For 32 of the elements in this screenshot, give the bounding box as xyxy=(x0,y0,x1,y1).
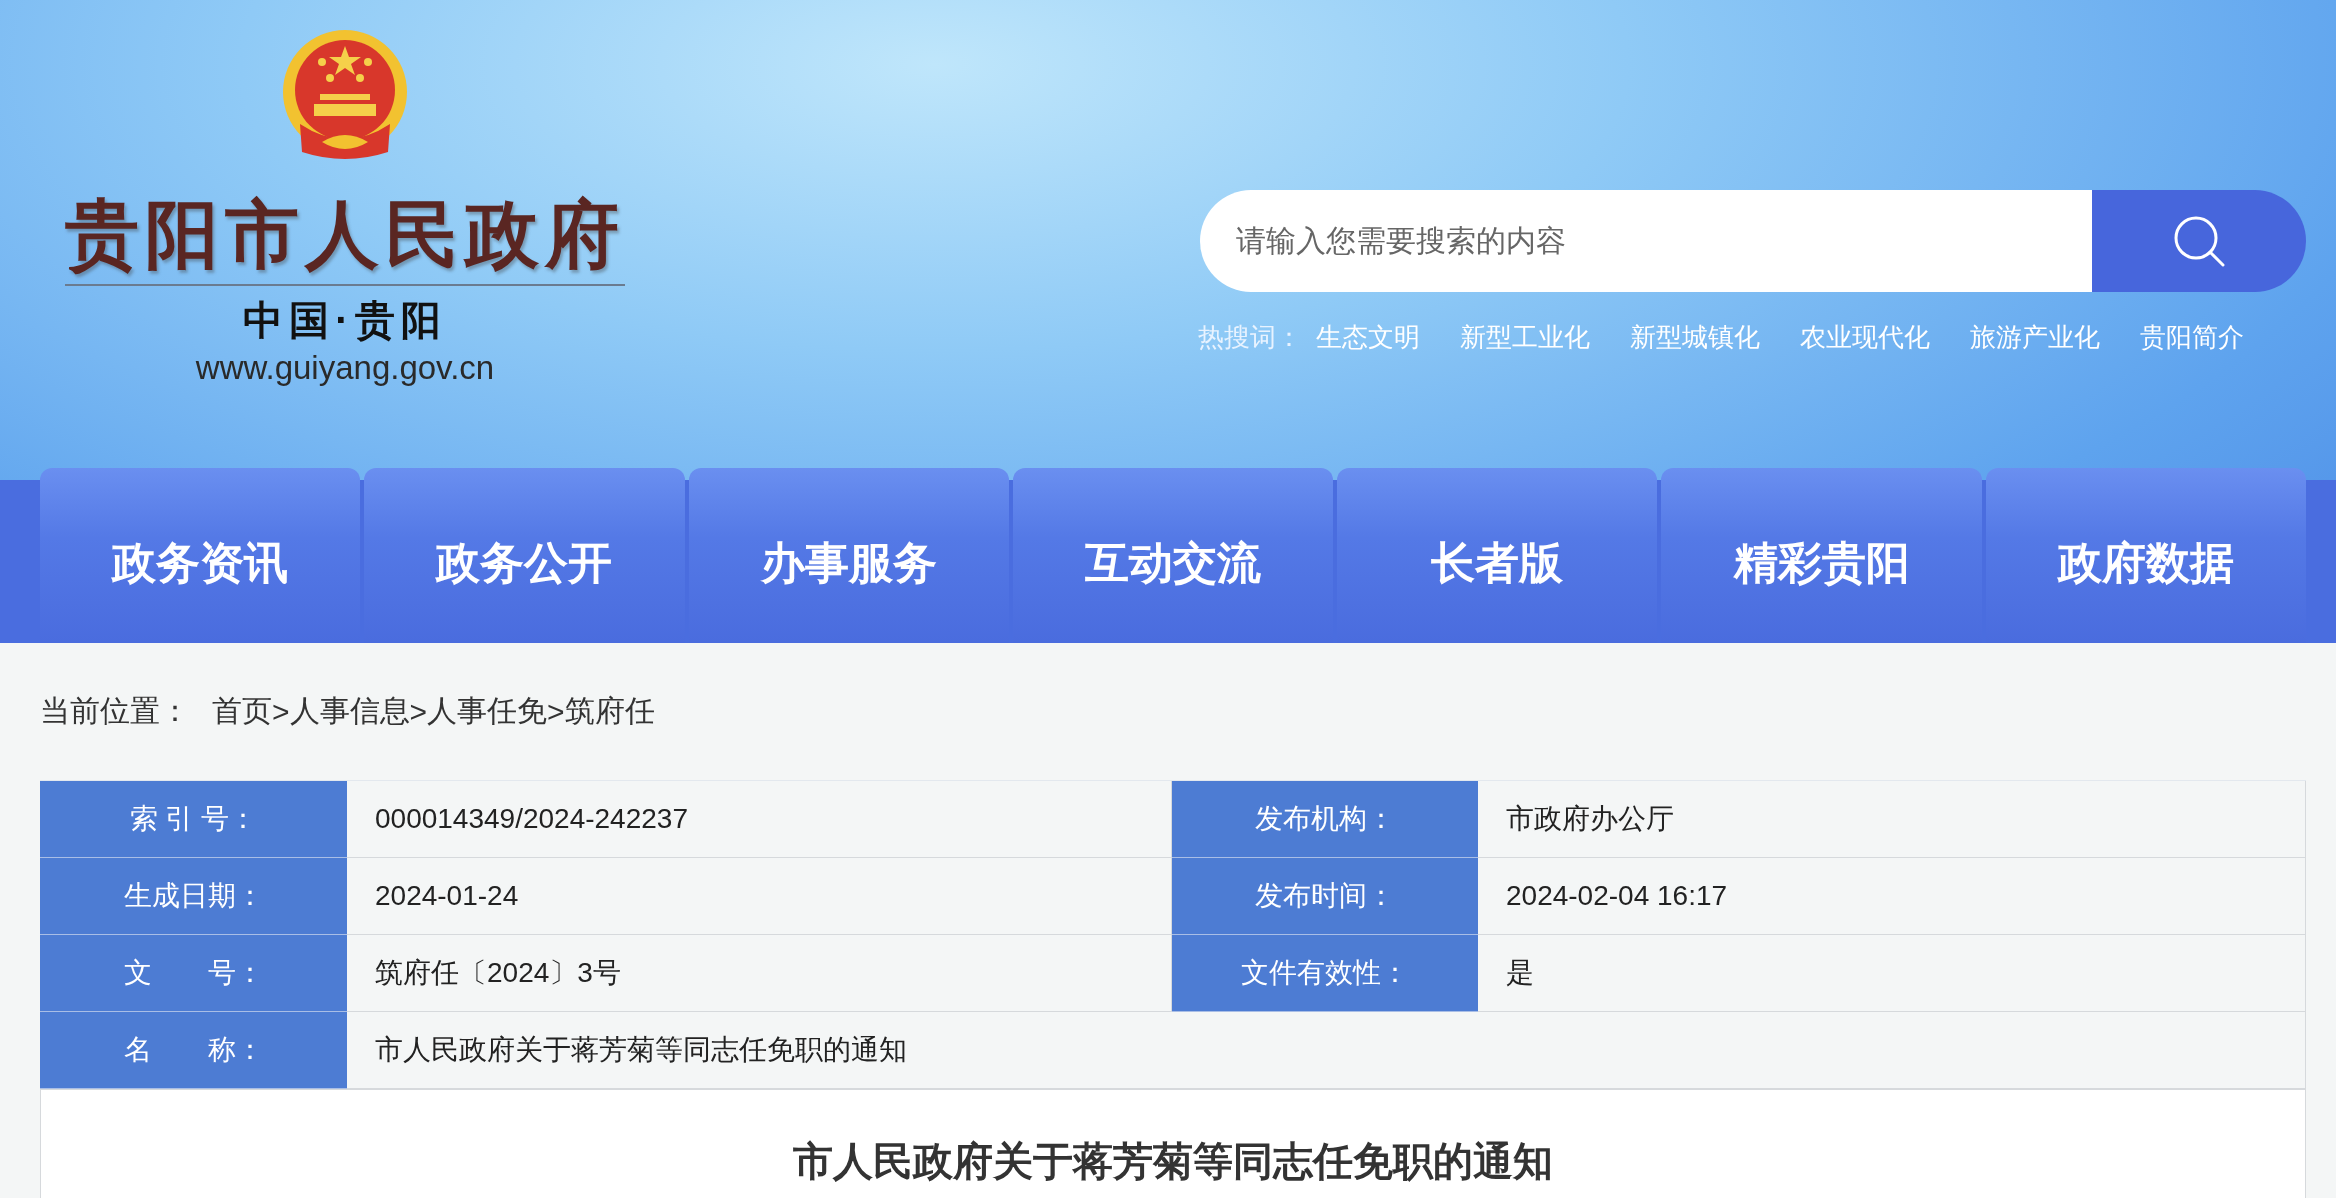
field-label: 文件有效性： xyxy=(1172,935,1478,1012)
hot-search-link[interactable]: 旅游产业化 xyxy=(1970,320,2100,355)
article-title: 市人民政府关于蒋芳菊等同志任免职的通知 xyxy=(793,1138,1553,1185)
site-url: www.guiyang.gov.cn xyxy=(195,348,495,388)
field-label: 名 称： xyxy=(40,1012,347,1089)
field-value: 市人民政府关于蒋芳菊等同志任免职的通知 xyxy=(347,1012,2306,1089)
breadcrumb-separator: > xyxy=(547,694,565,729)
search-button[interactable] xyxy=(2092,190,2306,292)
breadcrumb-link[interactable]: 人事信息 xyxy=(289,691,410,732)
field-label: 索 引 号： xyxy=(40,781,347,858)
hot-search-link[interactable]: 贵阳简介 xyxy=(2140,320,2244,355)
field-label: 发布机构： xyxy=(1172,781,1478,858)
field-value: 2024-01-24 xyxy=(347,858,1172,935)
hot-search-label: 热搜词： xyxy=(1198,321,1302,354)
breadcrumb-separator: > xyxy=(272,694,290,729)
breadcrumb-separator: > xyxy=(409,694,428,729)
field-value: 筑府任〔2024〕3号 xyxy=(347,935,1172,1012)
field-value: 000014349/2024-242237 xyxy=(347,781,1172,858)
field-value: 是 xyxy=(1478,935,2306,1012)
field-value: 2024-02-04 16:17 xyxy=(1478,858,2306,935)
field-label: 文 号： xyxy=(40,935,347,1012)
breadcrumb-link[interactable]: 首页 xyxy=(212,691,272,732)
breadcrumb-link[interactable]: 人事任免 xyxy=(427,691,548,732)
hot-search-link[interactable]: 农业现代化 xyxy=(1800,320,1930,355)
breadcrumb-label: 当前位置： xyxy=(40,693,190,729)
field-label: 发布时间： xyxy=(1172,858,1478,935)
site-title: 贵阳市人民政府 xyxy=(65,192,625,278)
field-label: 生成日期： xyxy=(40,858,347,935)
site-subtitle: 中国·贵阳 xyxy=(243,297,447,344)
field-value: 市政府办公厅 xyxy=(1478,781,2306,858)
search-field[interactable]: 请输入您需要搜索的内容 xyxy=(1200,190,2092,292)
breadcrumb-link[interactable]: 筑府任 xyxy=(564,691,655,732)
